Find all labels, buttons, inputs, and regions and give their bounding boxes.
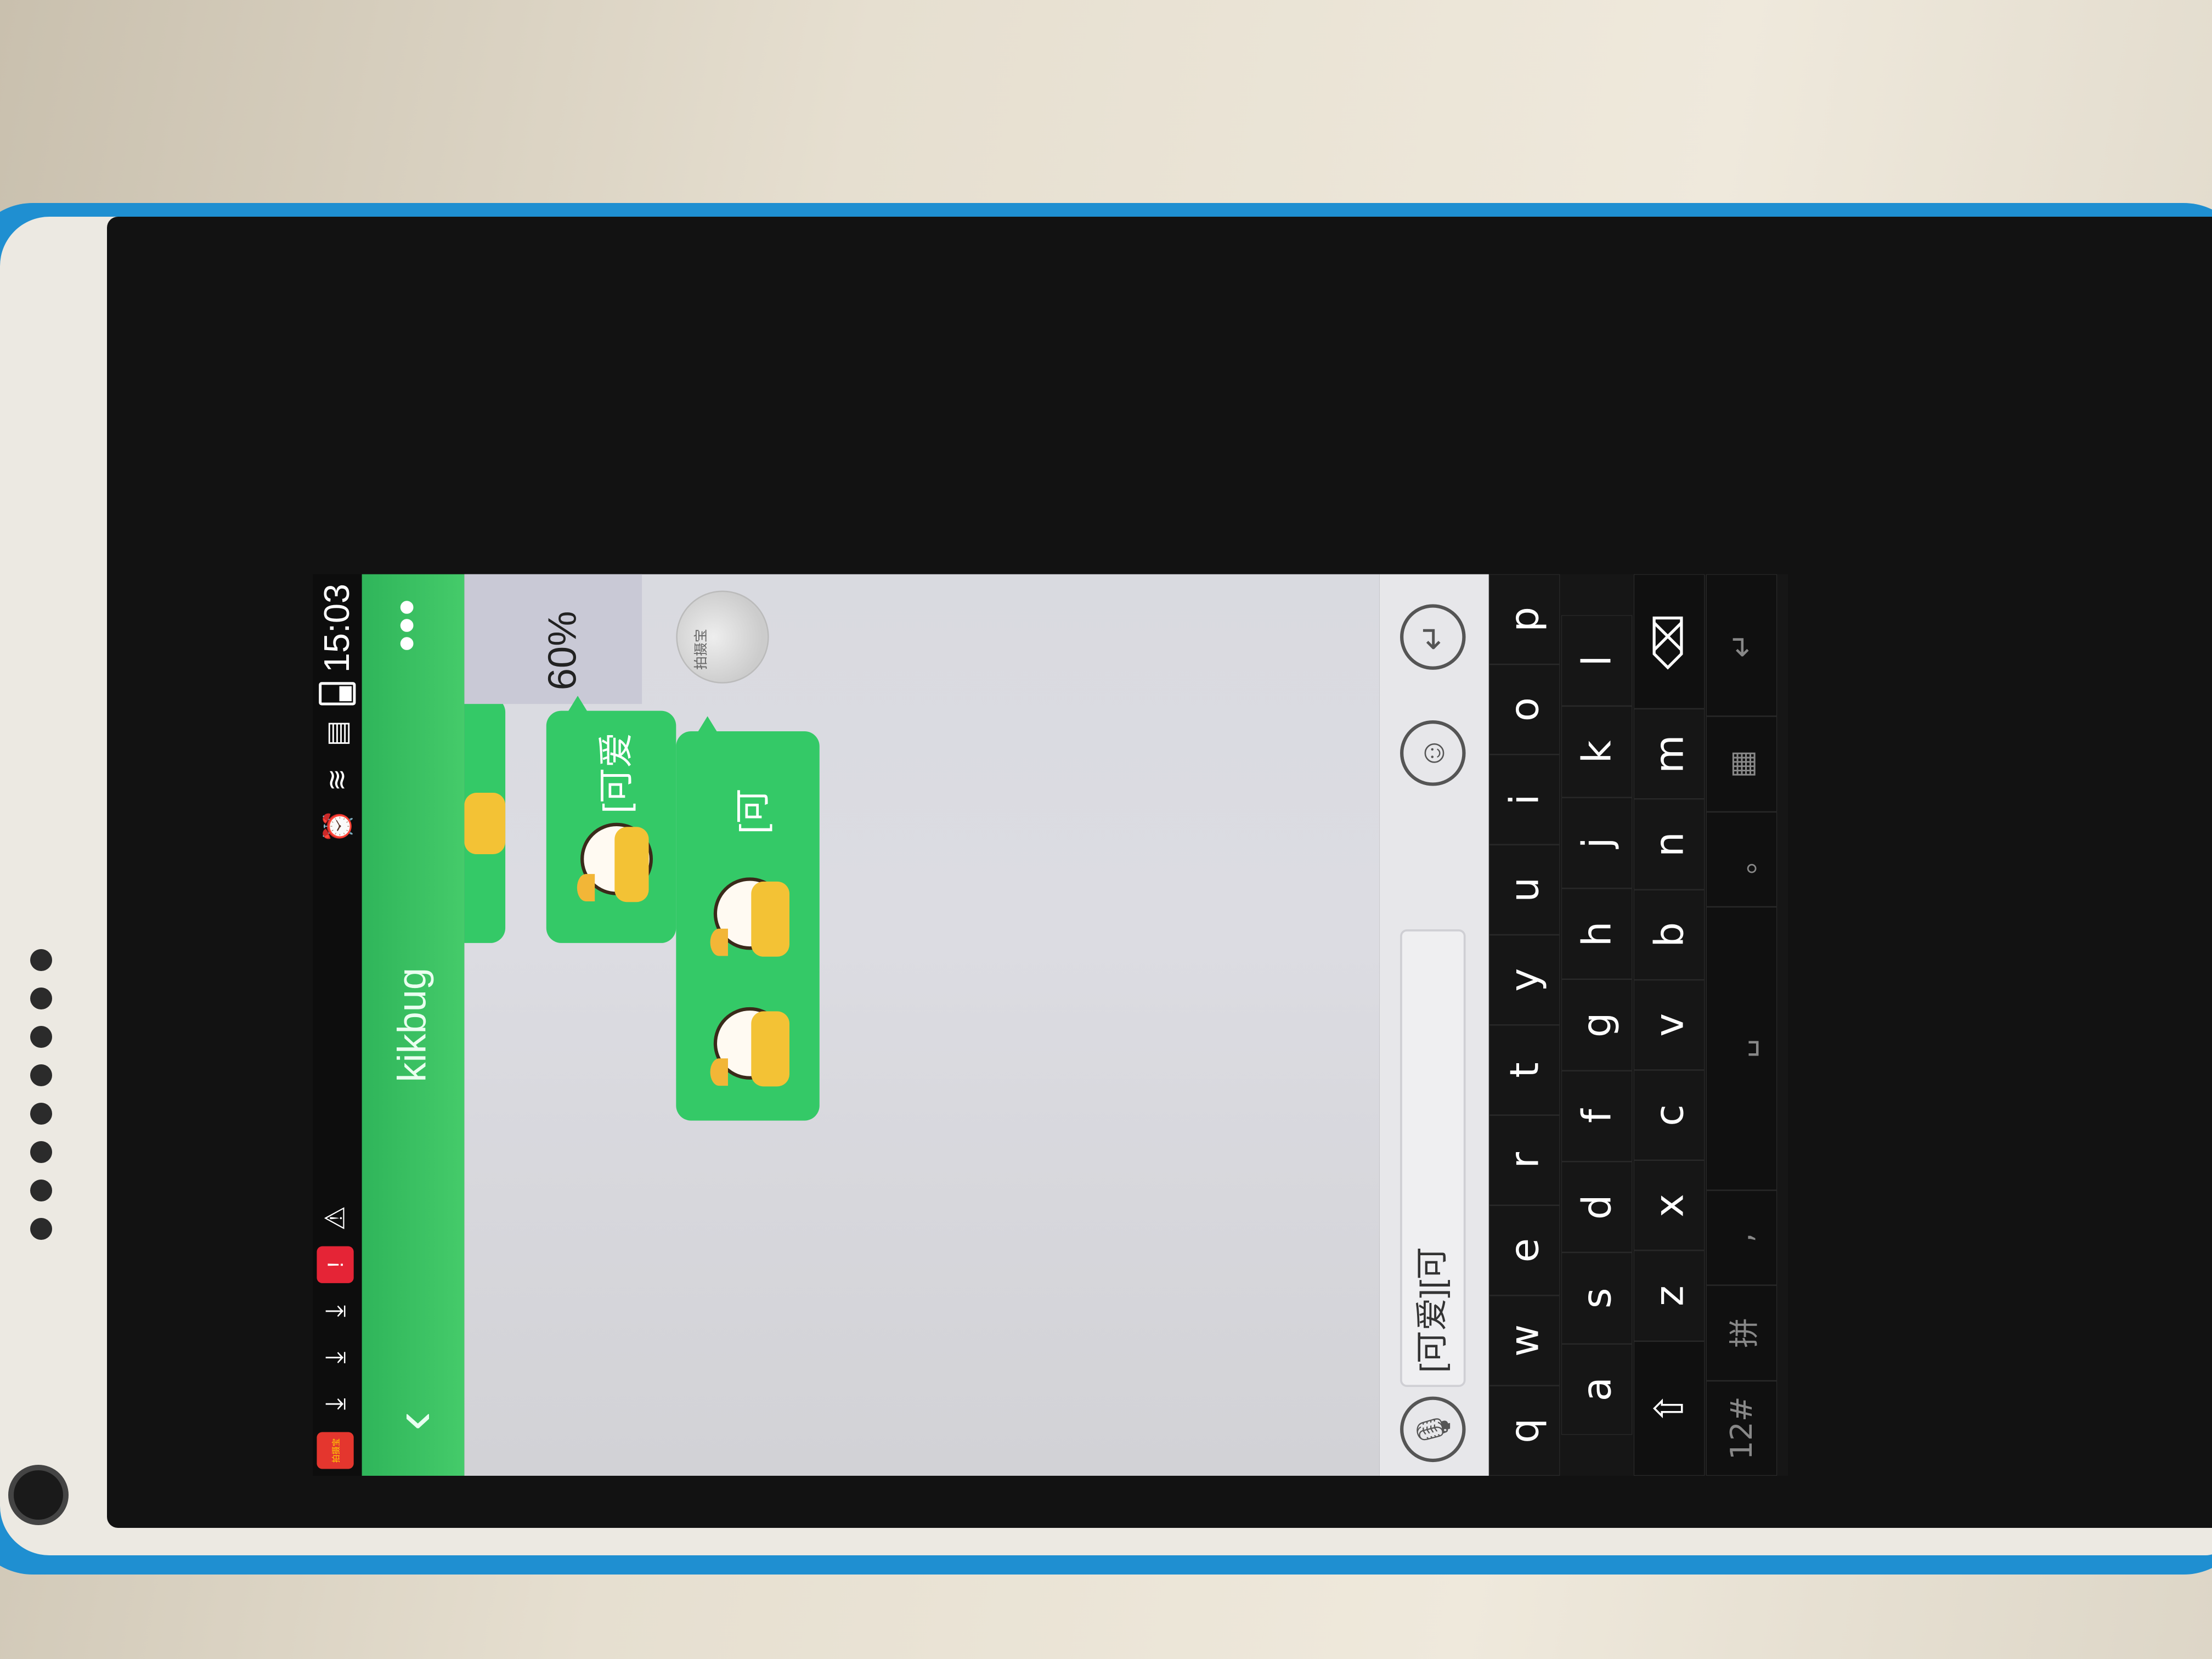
speaker-hole bbox=[30, 1026, 52, 1048]
speaker-hole bbox=[30, 1064, 52, 1086]
input-bar: 🎙 [可爱][可 ☺ ↵ bbox=[1379, 574, 1489, 1476]
key-u[interactable]: u bbox=[1488, 844, 1560, 935]
status-left-icons: 拍摄宝 ⤓ ⤓ ⤓ ! ⚠ bbox=[317, 1200, 354, 1469]
pinyin-key[interactable]: 拼 bbox=[1706, 1285, 1778, 1381]
key-t[interactable]: t bbox=[1488, 1025, 1560, 1115]
sticker-body bbox=[751, 881, 790, 957]
smiley-icon: ☺ bbox=[1414, 736, 1451, 770]
app-badge-icon: 拍摄宝 bbox=[317, 1432, 354, 1469]
enter-key[interactable]: ↵ bbox=[1706, 574, 1778, 716]
key-k[interactable]: k bbox=[1561, 706, 1633, 798]
upload-progress-text: 60% bbox=[540, 611, 585, 691]
download-icon: ⤓ bbox=[320, 1398, 350, 1410]
symbols-key[interactable]: 12# bbox=[1706, 1380, 1778, 1476]
send-button[interactable]: ↵ bbox=[1400, 604, 1466, 670]
grid-icon: ▦ bbox=[1724, 749, 1759, 778]
key-i[interactable]: i bbox=[1488, 754, 1560, 845]
front-camera bbox=[8, 1465, 69, 1525]
key-a[interactable]: a bbox=[1561, 1344, 1633, 1435]
shift-icon: ⇧ bbox=[1646, 1391, 1692, 1425]
key-v[interactable]: v bbox=[1633, 979, 1705, 1070]
download-icon: ⤓ bbox=[320, 1351, 350, 1364]
status-bar: 拍摄宝 ⤓ ⤓ ⤓ ! ⚠ ⏰ ≋ ▤ 15:03 bbox=[313, 574, 362, 1476]
key-s[interactable]: s bbox=[1561, 1252, 1633, 1344]
alert-icon: ! bbox=[317, 1246, 354, 1283]
chat-area[interactable]: 60% [可爱 [可 拍摄宝 bbox=[464, 574, 1380, 1476]
alarm-icon: ⏰ bbox=[323, 809, 353, 844]
keyboard-row-2: a s d f g h j k l bbox=[1561, 574, 1633, 1476]
soft-keyboard: q w e r t y u i o p a s d f g h j k l ⇧ … bbox=[1488, 574, 1788, 1476]
message-bubble[interactable]: [可 bbox=[676, 716, 820, 1121]
voice-input-button[interactable]: 🎙 bbox=[1400, 1396, 1466, 1463]
key-d[interactable]: d bbox=[1561, 1161, 1633, 1253]
comma-key[interactable]: , bbox=[1706, 1190, 1778, 1285]
backspace-key[interactable]: ⌫ bbox=[1633, 574, 1705, 709]
sticker-body bbox=[751, 1011, 790, 1087]
key-n[interactable]: n bbox=[1633, 799, 1705, 890]
download-icon: ⤓ bbox=[320, 1305, 350, 1317]
enter-icon: ↵ bbox=[1724, 633, 1759, 658]
status-time: 15:03 bbox=[317, 584, 357, 673]
keyboard-row-1: q w e r t y u i o p bbox=[1488, 574, 1560, 1476]
chat-title: kikbug bbox=[390, 967, 435, 1082]
key-f[interactable]: f bbox=[1561, 1070, 1633, 1162]
status-right-icons: ⏰ ≋ ▤ 15:03 bbox=[317, 584, 358, 845]
message-text: [可 bbox=[733, 788, 774, 834]
wifi-icon: ≋ bbox=[322, 768, 353, 792]
speaker-hole bbox=[30, 1218, 52, 1240]
key-r[interactable]: r bbox=[1488, 1115, 1560, 1205]
key-m[interactable]: m bbox=[1633, 709, 1705, 799]
speaker-hole bbox=[30, 1141, 52, 1163]
message-input[interactable]: [可爱][可 bbox=[1400, 929, 1466, 1387]
speaker-hole bbox=[30, 1103, 52, 1125]
battery-icon bbox=[319, 682, 356, 706]
key-l[interactable]: l bbox=[1561, 615, 1633, 707]
shift-key[interactable]: ⇧ bbox=[1633, 1341, 1705, 1476]
key-p[interactable]: p bbox=[1488, 574, 1560, 664]
speaker-hole bbox=[30, 949, 52, 971]
keyboard-row-3: ⇧ z x c v b n m ⌫ bbox=[1633, 574, 1705, 1476]
key-x[interactable]: x bbox=[1633, 1160, 1705, 1251]
key-z[interactable]: z bbox=[1633, 1250, 1705, 1341]
message-bubble[interactable]: [可爱 bbox=[546, 696, 676, 943]
microphone-icon: 🎙 bbox=[1415, 1408, 1452, 1451]
key-q[interactable]: q bbox=[1488, 1385, 1560, 1476]
phone-screen: 拍摄宝 ⤓ ⤓ ⤓ ! ⚠ ⏰ ≋ ▤ 15:03 ‹ kikbug ••• 6… bbox=[313, 574, 1788, 1476]
space-key[interactable]: ␣ bbox=[1706, 907, 1778, 1190]
enter-icon: ↵ bbox=[1415, 623, 1452, 651]
layout-key[interactable]: ▦ bbox=[1706, 716, 1778, 812]
key-e[interactable]: e bbox=[1488, 1205, 1560, 1296]
more-menu-button[interactable]: ••• bbox=[379, 590, 448, 659]
period-key[interactable]: 。 bbox=[1706, 811, 1778, 907]
chat-header: ‹ kikbug ••• bbox=[362, 574, 465, 1476]
key-c[interactable]: c bbox=[1633, 1070, 1705, 1161]
message-bubble-partial[interactable] bbox=[464, 697, 506, 943]
speaker-hole bbox=[30, 988, 52, 1009]
wifi-warning-icon: ⚠ bbox=[320, 1206, 351, 1231]
message-text: [可爱 bbox=[596, 732, 637, 814]
backspace-icon: ⌫ bbox=[1646, 613, 1692, 670]
bubble-tail bbox=[567, 696, 589, 714]
sticker-image bbox=[464, 793, 506, 855]
speaker-hole bbox=[30, 1180, 52, 1201]
keyboard-row-4: 12# 拼 , ␣ 。 ▦ ↵ bbox=[1706, 574, 1778, 1476]
key-j[interactable]: j bbox=[1561, 797, 1633, 889]
key-g[interactable]: g bbox=[1561, 979, 1633, 1071]
key-b[interactable]: b bbox=[1633, 889, 1705, 980]
key-o[interactable]: o bbox=[1488, 664, 1560, 755]
key-w[interactable]: w bbox=[1488, 1295, 1560, 1386]
key-y[interactable]: y bbox=[1488, 934, 1560, 1025]
sim-icon: ▤ bbox=[322, 720, 353, 747]
emoji-button[interactable]: ☺ bbox=[1400, 720, 1466, 786]
bubble-tail bbox=[696, 716, 719, 734]
key-h[interactable]: h bbox=[1561, 888, 1633, 980]
sticker-body bbox=[614, 827, 649, 902]
avatar-label: 拍摄宝 bbox=[693, 629, 709, 670]
